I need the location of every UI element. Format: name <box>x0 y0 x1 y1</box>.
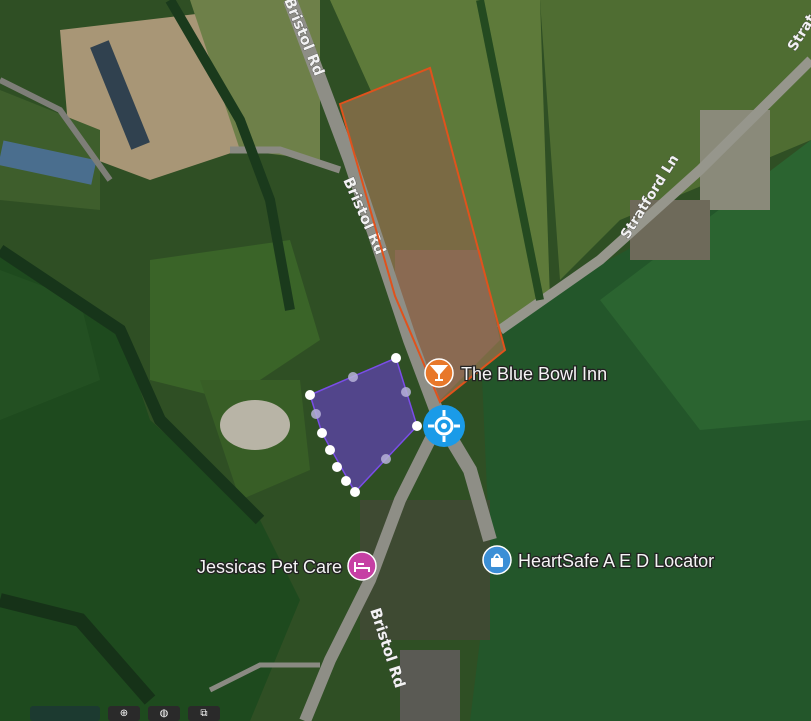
crop-icon[interactable]: ⧉ <box>188 706 220 721</box>
pet-bed-icon <box>347 551 377 581</box>
globe-icon[interactable]: ◍ <box>148 706 180 721</box>
satellite-map[interactable]: Bristol Rd Bristol Rd Bristol Rd Stratfo… <box>0 0 811 721</box>
poi-label-blue-bowl-inn: The Blue Bowl Inn <box>461 364 607 384</box>
poi-label-heartsafe-aed: HeartSafe A E D Locator <box>518 551 714 571</box>
poi-label-jessicas-pet-care: Jessicas Pet Care <box>197 557 342 577</box>
poi-layer: The Blue Bowl Inn Jessicas Pet Care Hear… <box>196 358 715 581</box>
poi-heartsafe-aed[interactable]: HeartSafe A E D Locator <box>482 545 715 575</box>
poi-blue-bowl-inn[interactable]: The Blue Bowl Inn <box>424 358 608 388</box>
toolbar-button-primary[interactable] <box>30 706 100 721</box>
bottom-toolbar: ⊕ ◍ ⧉ <box>30 706 220 721</box>
poi-jessicas-pet-care[interactable]: Jessicas Pet Care <box>196 551 377 581</box>
pin-tool-icon[interactable]: ⊕ <box>108 706 140 721</box>
